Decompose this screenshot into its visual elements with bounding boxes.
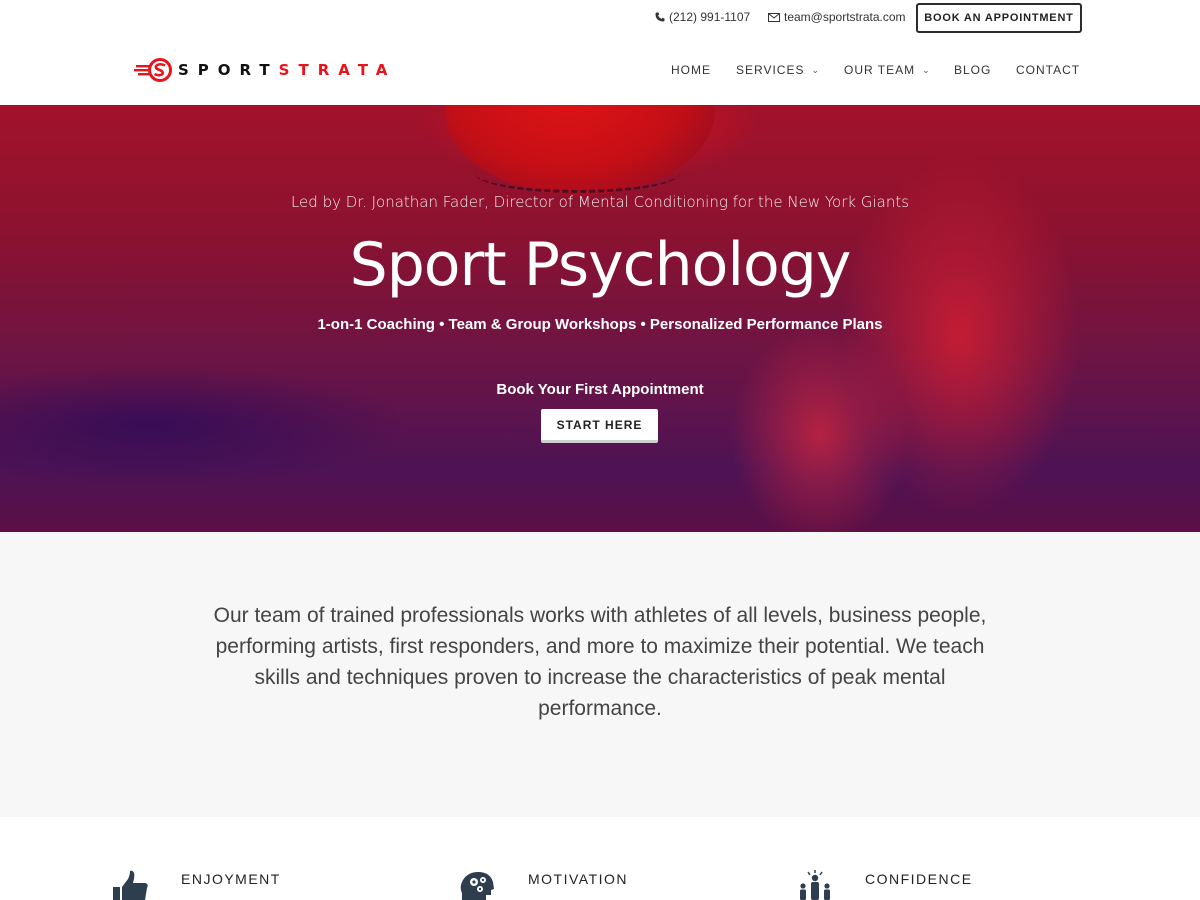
feature-label: ENJOYMENT <box>181 871 281 887</box>
nav-item-our-team[interactable]: OUR TEAM ⌄ <box>844 63 931 77</box>
nav-item-home[interactable]: HOME <box>671 63 711 77</box>
chevron-down-icon: ⌄ <box>922 64 931 75</box>
feature-label: CONFIDENCE <box>865 871 973 887</box>
phone-number: (212) 991-1107 <box>669 10 751 24</box>
hero-features: 1-on-1 Coaching • Team & Group Workshops… <box>317 316 883 333</box>
hero-banner: Led by Dr. Jonathan Fader, Director of M… <box>0 105 1200 532</box>
phone-icon <box>655 12 665 22</box>
nav-label: OUR TEAM <box>844 63 916 77</box>
nav-item-services[interactable]: SERVICES ⌄ <box>736 63 820 77</box>
feature-motivation: MOTIVATION <box>458 869 628 900</box>
hero-subtitle: Led by Dr. Jonathan Fader, Director of M… <box>290 193 910 211</box>
main-nav: HOME SERVICES ⌄ OUR TEAM ⌄ BLOG CONTACT <box>0 63 1200 79</box>
team-people-icon <box>800 870 830 900</box>
nav-label: CONTACT <box>1016 63 1081 77</box>
email-address: team@sportstrata.com <box>784 10 906 24</box>
chevron-down-icon: ⌄ <box>811 64 821 75</box>
nav-item-contact[interactable]: CONTACT <box>1016 63 1080 77</box>
nav-label: SERVICES <box>736 63 805 77</box>
nav-label: BLOG <box>954 63 992 77</box>
features-section: ENJOYMENT MOTIVATION CONFIDENCE <box>0 817 1200 900</box>
top-utility-bar: (212) 991-1107 team@sportstrata.com BOOK… <box>0 0 1200 36</box>
start-here-button[interactable]: START HERE <box>541 409 658 443</box>
intro-section: Our team of trained professionals works … <box>0 532 1200 817</box>
thumbs-up-icon <box>113 870 148 900</box>
email-link[interactable]: team@sportstrata.com <box>768 10 906 24</box>
baseball-stitching <box>475 153 680 193</box>
site-header: SPORTSTRATA HOME SERVICES ⌄ OUR TEAM ⌄ B… <box>0 36 1200 105</box>
hero-cta-label: Book Your First Appointment <box>496 381 704 398</box>
envelope-icon <box>768 12 780 22</box>
head-gears-icon <box>460 872 494 900</box>
feature-enjoyment: ENJOYMENT <box>111 869 281 900</box>
nav-label: HOME <box>671 63 711 77</box>
phone-link[interactable]: (212) 991-1107 <box>655 10 750 24</box>
intro-text: Our team of trained professionals works … <box>213 604 987 720</box>
feature-confidence: CONFIDENCE <box>795 869 973 900</box>
hero-title: Sport Psychology <box>349 230 852 300</box>
nav-item-blog[interactable]: BLOG <box>954 63 991 77</box>
book-appointment-button[interactable]: BOOK AN APPOINTMENT <box>916 3 1082 33</box>
feature-label: MOTIVATION <box>528 871 629 887</box>
